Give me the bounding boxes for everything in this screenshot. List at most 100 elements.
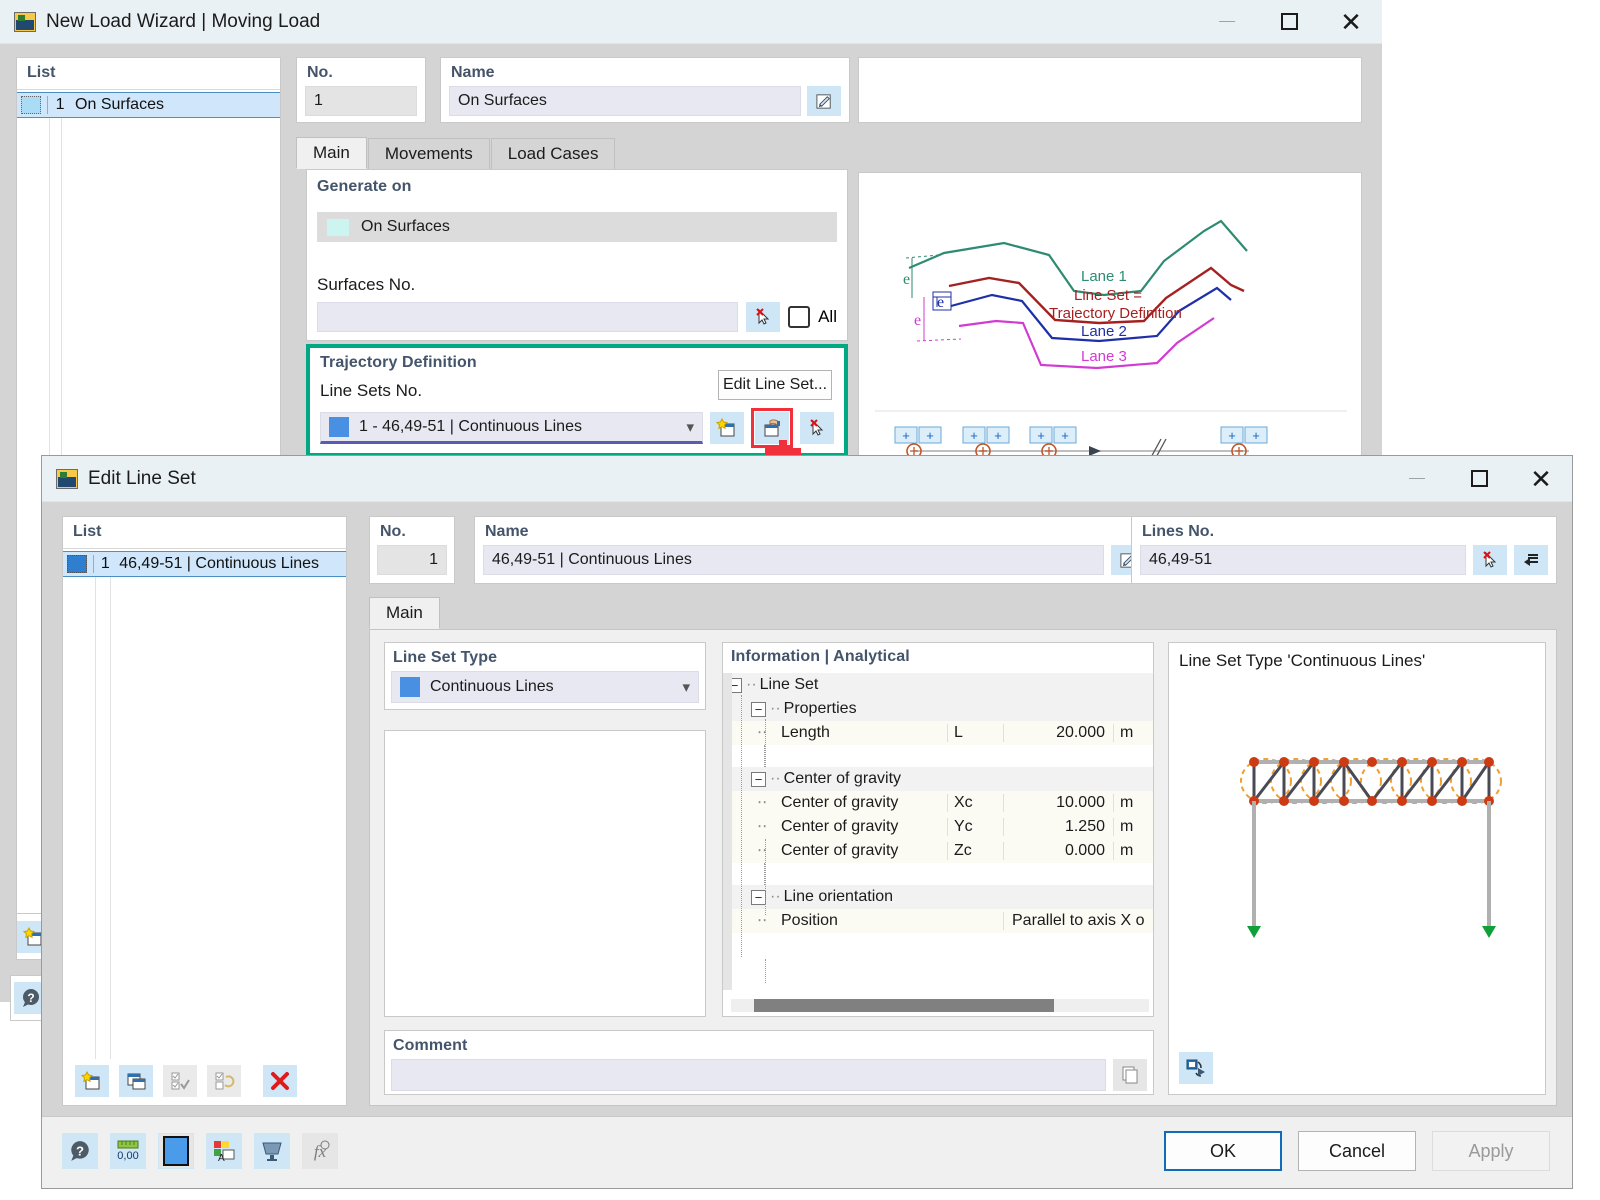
wizard-name-input[interactable]: On Surfaces [449,86,801,116]
minimize-button[interactable] [1386,456,1448,501]
generate-on-selected-row[interactable]: On Surfaces [317,212,837,242]
wizard-name-header: Name [451,64,495,81]
tree-row-properties[interactable]: − ·· Properties [723,697,1153,721]
tree-row-line-orientation-group[interactable]: − ·· Line orientation [723,885,1153,909]
wizard-titlebar[interactable]: New Load Wizard | Moving Load ✕ [0,0,1382,44]
line-set-name-input[interactable]: 46,49-51 | Continuous Lines [483,545,1104,575]
tree-row-label: Line orientation [783,888,894,905]
pick-cursor-icon[interactable] [746,302,781,332]
maximize-button[interactable] [1258,0,1320,43]
app-logo-icon [56,468,78,489]
close-button[interactable]: ✕ [1320,0,1382,43]
cancel-button[interactable]: Cancel [1298,1131,1416,1171]
wizard-name-panel: Name On Surfaces [440,57,850,123]
tree-row-position[interactable]: ‧‧ Position Parallel to axis X o [723,909,1153,933]
list-item-no: 1 [100,555,110,572]
display-properties-icon[interactable]: A [206,1133,242,1169]
svg-text:+: + [994,428,1002,443]
new-line-set-icon[interactable] [75,1065,109,1097]
svg-text:e: e [903,271,910,288]
expander-icon[interactable]: − [751,771,766,787]
tree-row-label: Center of gravity [781,818,899,835]
wizard-no-input[interactable]: 1 [305,86,417,116]
ok-button[interactable]: OK [1164,1131,1282,1171]
comment-input[interactable] [391,1059,1106,1091]
line-set-tab-content: Line Set Type Continuous Lines ▾ Informa… [369,629,1557,1106]
expander-icon[interactable]: − [751,701,766,717]
tab-main[interactable]: Main [296,137,367,169]
line-set-title: Edit Line Set [88,467,196,489]
list-item[interactable]: 1 46,49-51 | Continuous Lines [63,551,346,577]
line-set-name-panel: Name 46,49-51 | Continuous Lines [474,516,1154,584]
surfaces-no-input[interactable] [317,302,739,332]
delete-icon[interactable] [263,1065,297,1097]
tree-row-spacer [723,863,1153,885]
line-set-name-header: Name [485,523,529,540]
help-icon[interactable]: ? [62,1133,98,1169]
list-item[interactable]: 1 On Surfaces [17,92,280,118]
tab-movements[interactable]: Movements [367,138,490,169]
lines-no-input[interactable]: 46,49-51 [1140,545,1466,575]
units-icon[interactable]: 0,00 [110,1133,146,1169]
tree-row-unit: m [1113,842,1153,860]
tree-row-length[interactable]: ‧‧ Length L 20.000 m [723,721,1153,745]
tree-row-cog-xc[interactable]: ‧‧ Center of gravity Xc 10.000 m [723,791,1153,815]
color-swatch-icon[interactable] [158,1133,194,1169]
tree-row-label: Center of gravity [781,794,899,811]
line-set-list-header: List [73,523,102,540]
information-tree[interactable]: − ·· Line Set − ·· Properties ‧‧ Length … [723,673,1153,990]
svg-text:Line Set =: Line Set = [1074,287,1142,304]
list-item-swatch [21,96,41,114]
apply-button[interactable]: Apply [1432,1131,1550,1171]
all-checkbox[interactable] [788,306,811,328]
wizard-window-buttons: ✕ [1196,0,1382,43]
line-sets-selected: 1 - 46,49-51 | Continuous Lines [359,418,582,435]
pick-cursor-icon[interactable] [1473,545,1507,575]
line-set-type-combo[interactable]: Continuous Lines ▾ [391,671,699,703]
line-set-type-value: Continuous Lines [430,678,554,695]
wizard-title: New Load Wizard | Moving Load [46,10,321,32]
tab-load-cases[interactable]: Load Cases [490,138,616,169]
line-sets-combo[interactable]: 1 - 46,49-51 | Continuous Lines ▾ [320,412,703,444]
svg-text:e: e [914,312,921,329]
tree-row-cog-yc[interactable]: ‧‧ Center of gravity Yc 1.250 m [723,815,1153,839]
list-item-swatch [67,555,87,573]
line-set-no-input[interactable]: 1 [377,545,447,575]
copy-comment-icon[interactable] [1113,1059,1147,1091]
edit-name-icon[interactable] [807,86,841,116]
tab-main[interactable]: Main [369,597,440,629]
line-set-list-panel: List 1 46,49-51 | Continuous Lines [62,516,347,1106]
line-set-titlebar[interactable]: Edit Line Set ✕ [42,456,1572,502]
rotate-view-icon[interactable] [1179,1052,1213,1084]
tree-row-cog-zc[interactable]: ‧‧ Center of gravity Zc 0.000 m [723,839,1153,863]
expander-icon[interactable]: − [751,889,766,905]
tree-row-label: Position [781,912,838,929]
maximize-button[interactable] [1448,456,1510,501]
line-set-footer: ? 0,00 A fx OK Cancel Apply [42,1116,1572,1188]
information-hscrollbar[interactable] [731,999,1149,1012]
svg-text:A: A [218,1153,225,1164]
select-all-icon[interactable] [163,1065,197,1097]
scrollbar-thumb[interactable] [754,999,1054,1012]
svg-text:?: ? [76,1143,84,1158]
preview-panel: Line Set Type 'Continuous Lines' [1168,642,1546,1095]
formula-icon[interactable]: fx [302,1133,338,1169]
svg-text:+: + [926,428,934,443]
invert-selection-icon[interactable] [207,1065,241,1097]
edit-line-set-button[interactable]: Edit Line Set... [718,370,832,400]
close-button[interactable]: ✕ [1510,456,1572,501]
new-line-set-icon[interactable] [710,412,744,444]
copy-line-set-icon[interactable] [119,1065,153,1097]
minimize-button[interactable] [1196,0,1258,43]
bottom-toolbar: ? 0,00 A fx [62,1133,338,1169]
pick-cursor-icon[interactable] [800,412,834,444]
reverse-arrow-icon[interactable] [1514,545,1548,575]
svg-text:+: + [1252,428,1260,443]
svg-text:Lane 3: Lane 3 [1081,348,1127,365]
visibility-icon[interactable] [254,1133,290,1169]
comment-header: Comment [393,1037,468,1054]
tree-row-line-set[interactable]: − ·· Line Set [723,673,1153,697]
tree-row-center-of-gravity-group[interactable]: − ·· Center of gravity [723,767,1153,791]
wizard-no-panel: No. 1 [296,57,426,123]
tree-row-label: Center of gravity [781,842,899,859]
